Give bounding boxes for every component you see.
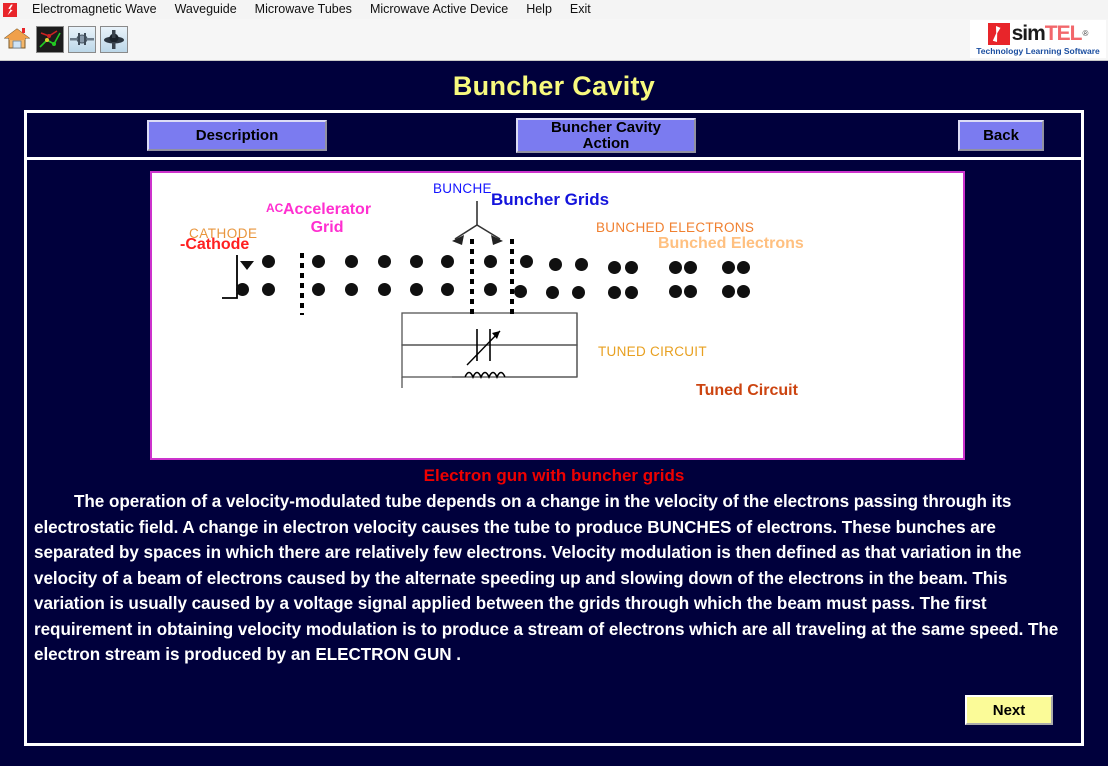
electron-dot xyxy=(410,283,423,296)
menu-exit[interactable]: Exit xyxy=(561,0,600,19)
back-button-label: Back xyxy=(983,126,1019,144)
diagram-schematic xyxy=(222,201,578,388)
registered-mark: ® xyxy=(1082,28,1089,38)
action-button-label-line2: Action xyxy=(582,134,630,152)
accelerator-grid-line xyxy=(300,253,304,315)
toolbar: sim TEL ® Technology Learning Software xyxy=(0,19,1108,61)
electron-dot xyxy=(441,283,454,296)
accelerator-grid-label-line2: Grid xyxy=(310,219,344,237)
electron-dot xyxy=(549,258,562,271)
electron-dot xyxy=(669,261,682,274)
electron-dot xyxy=(520,255,533,268)
description-button-label: Description xyxy=(195,126,279,144)
electron-dot xyxy=(312,283,325,296)
electron-dot xyxy=(410,255,423,268)
electron-dot xyxy=(722,285,735,298)
waveguide-icon[interactable] xyxy=(68,26,96,53)
paragraph-text: The operation of a velocity-modulated tu… xyxy=(34,492,1059,664)
electron-dot xyxy=(684,285,697,298)
electron-dot xyxy=(514,285,527,298)
menu-help[interactable]: Help xyxy=(517,0,561,19)
accelerator-grid-label: Accelerator Grid xyxy=(283,201,371,238)
electron-dot xyxy=(737,285,750,298)
cathode-label: -Cathode xyxy=(180,236,250,253)
application-window: Electromagnetic Wave Waveguide Microwave… xyxy=(0,0,1108,766)
page-title: Buncher Cavity xyxy=(452,71,656,101)
electron-dot xyxy=(684,261,697,274)
tuned-circuit-back-label: TUNED CIRCUIT xyxy=(598,344,707,359)
circuit-diagram-icon[interactable] xyxy=(36,26,64,53)
electron-dot xyxy=(484,283,497,296)
menu-electromagnetic-wave[interactable]: Electromagnetic Wave xyxy=(23,0,166,19)
menu-bar: Electromagnetic Wave Waveguide Microwave… xyxy=(0,0,1108,20)
electron-dot xyxy=(625,261,638,274)
electron-dot xyxy=(737,261,750,274)
electron-dot xyxy=(669,285,682,298)
buncher-cavity-action-button[interactable]: Buncher Cavity Action xyxy=(516,118,696,153)
electron-dot xyxy=(262,255,275,268)
brand-tagline: Technology Learning Software xyxy=(976,45,1100,56)
back-button[interactable]: Back xyxy=(958,120,1044,151)
next-button[interactable]: Next xyxy=(965,695,1053,725)
next-button-label: Next xyxy=(992,701,1026,719)
ac-label: AC xyxy=(266,201,284,215)
electron-dot xyxy=(312,255,325,268)
accelerator-grid-label-line1: Accelerator xyxy=(283,201,372,218)
electron-dot xyxy=(572,286,585,299)
buncher-grids-label: Buncher Grids xyxy=(491,190,610,209)
tuned-circuit-label: Tuned Circuit xyxy=(696,382,798,399)
electron-dot xyxy=(378,283,391,296)
electron-dot xyxy=(608,286,621,299)
electron-dot xyxy=(722,261,735,274)
bunched-electrons-label: Bunched Electrons xyxy=(658,235,804,252)
electron-dot xyxy=(345,255,358,268)
body-paragraph: The operation of a velocity-modulated tu… xyxy=(34,489,1076,668)
diagram-caption: Electron gun with buncher grids xyxy=(423,466,685,485)
buncher-grid-line-1 xyxy=(470,239,474,315)
electron-dot xyxy=(546,286,559,299)
electron-dot xyxy=(625,286,638,299)
electron-dot xyxy=(608,261,621,274)
description-button[interactable]: Description xyxy=(147,120,327,151)
brand-sim: sim xyxy=(1011,22,1046,45)
electron-dot xyxy=(575,258,588,271)
diagram-panel: CATHODE -Cathode AC Accelerator Grid BUN… xyxy=(150,171,965,460)
electron-dot xyxy=(484,255,497,268)
electron-dot xyxy=(262,283,275,296)
simtel-logo-icon xyxy=(3,2,17,17)
menu-waveguide[interactable]: Waveguide xyxy=(166,0,246,19)
electron-dot xyxy=(236,283,249,296)
bunched-electrons-back-label: BUNCHED ELECTRONS xyxy=(596,220,755,235)
buncher-grid-line-2 xyxy=(510,239,514,315)
brand-tel: TEL xyxy=(1044,22,1083,45)
brand-logo: sim TEL ® Technology Learning Software xyxy=(970,20,1106,58)
menu-microwave-tubes[interactable]: Microwave Tubes xyxy=(246,0,361,19)
tube-icon[interactable] xyxy=(100,26,128,53)
home-icon[interactable] xyxy=(3,26,32,53)
electron-dot xyxy=(441,255,454,268)
electron-dot xyxy=(345,283,358,296)
simtel-mark-icon xyxy=(987,22,1010,45)
electron-dot xyxy=(378,255,391,268)
action-button-label-line1: Buncher Cavity xyxy=(550,118,662,136)
buncher-back-label: BUNCHE xyxy=(433,181,492,196)
menu-microwave-active-device[interactable]: Microwave Active Device xyxy=(361,0,517,19)
